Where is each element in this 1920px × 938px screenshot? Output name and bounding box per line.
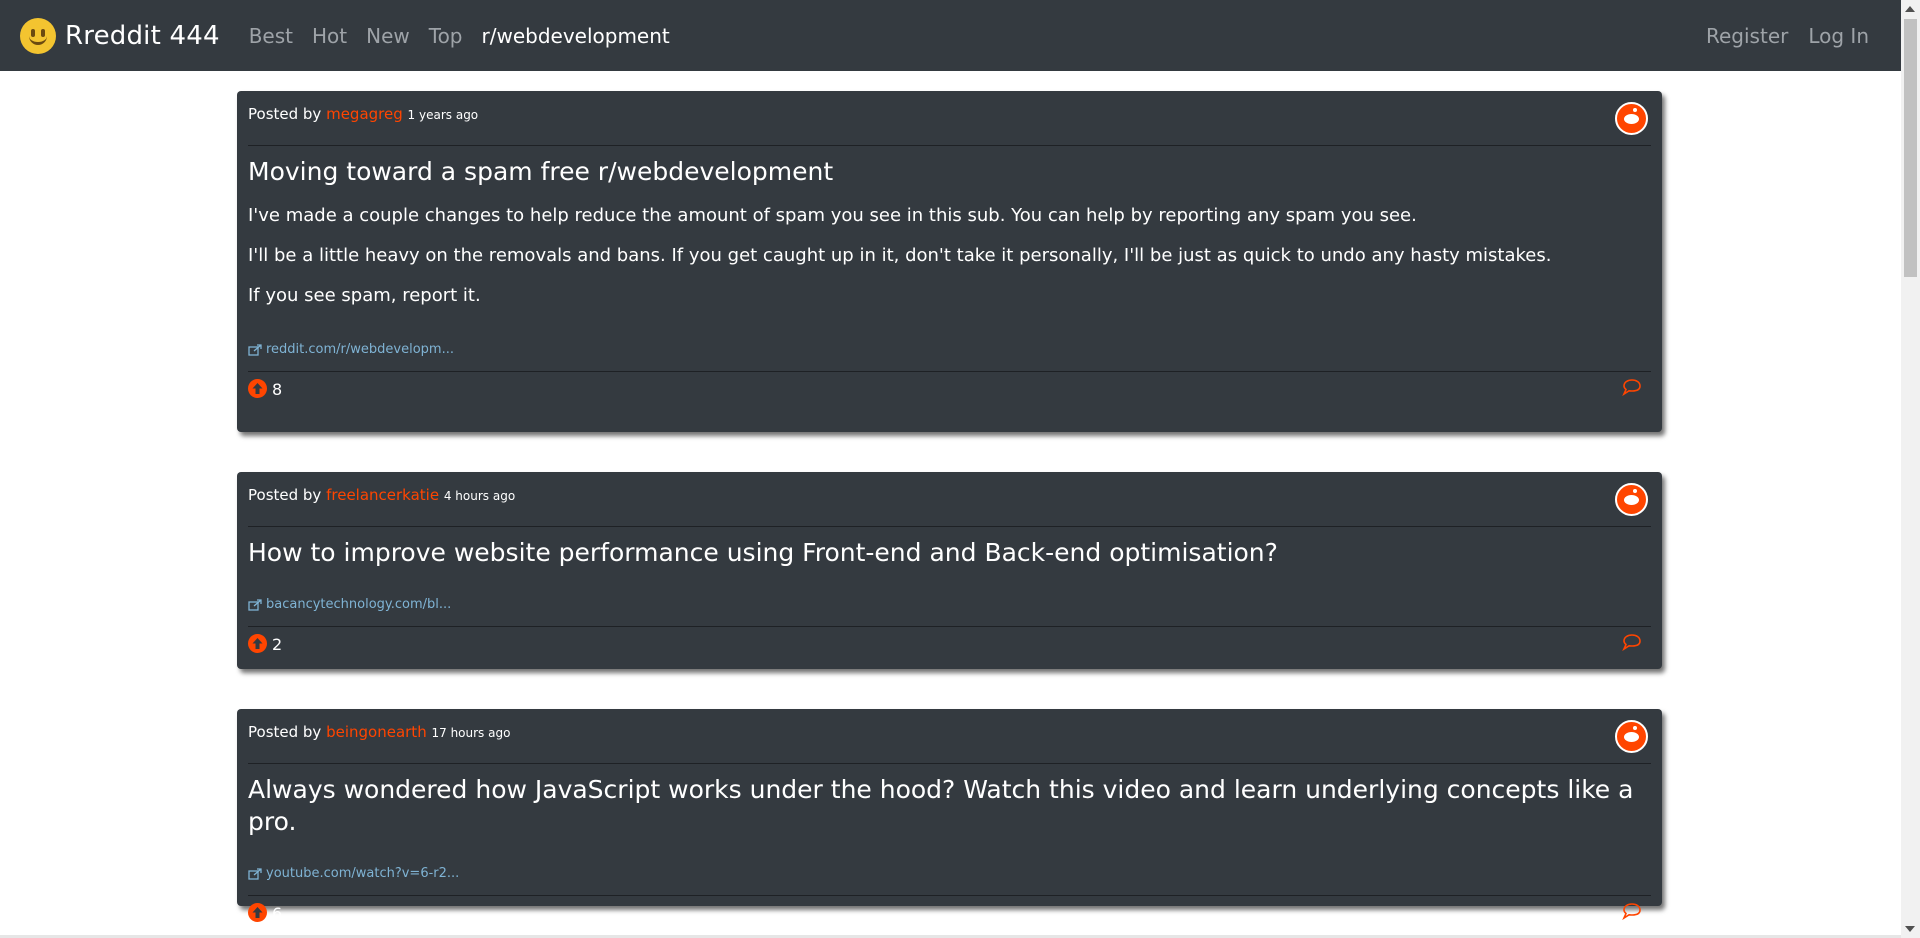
scrollbar-thumb[interactable]: [1904, 19, 1917, 277]
post-card: Posted by beingonearth 17 hours ago Alwa…: [237, 709, 1662, 923]
post-score: 8: [272, 380, 283, 399]
upvote-icon[interactable]: [248, 634, 267, 653]
reddit-alien-icon: [1615, 720, 1648, 753]
post-meta: Posted by megagreg 1 years ago: [248, 105, 478, 123]
comment-icon[interactable]: [1622, 902, 1642, 920]
post-link[interactable]: bacancytechnology.com/bl...: [237, 597, 1662, 612]
post-footer: 2: [237, 627, 1662, 666]
nav-link-new[interactable]: New: [366, 24, 410, 48]
posted-by-label: Posted by: [248, 486, 322, 504]
nav-links: Best Hot New Top r/webdevelopment: [249, 24, 689, 48]
smiley-icon: [20, 17, 56, 54]
post-time: 4 hours ago: [443, 489, 516, 503]
nav-link-best[interactable]: Best: [249, 24, 293, 48]
nav-link-top[interactable]: Top: [429, 24, 463, 48]
post-body: I've made a couple changes to help reduc…: [237, 204, 1662, 308]
comment-icon[interactable]: [1622, 633, 1642, 651]
post-score: 2: [272, 635, 283, 654]
post-author[interactable]: megagreg: [326, 105, 403, 123]
post-time: 17 hours ago: [431, 726, 511, 740]
post-title[interactable]: Moving toward a spam free r/webdevelopme…: [237, 146, 1662, 188]
post-card: Posted by megagreg 1 years ago Moving to…: [237, 91, 1662, 432]
post-meta: Posted by beingonearth 17 hours ago: [248, 723, 510, 741]
post-header: Posted by beingonearth 17 hours ago: [237, 709, 1662, 763]
post-author[interactable]: beingonearth: [326, 723, 427, 741]
post-header: Posted by megagreg 1 years ago: [237, 91, 1662, 145]
post-link[interactable]: reddit.com/r/webdevelopm...: [237, 342, 1662, 357]
scroll-down-icon[interactable]: [1905, 926, 1915, 932]
nav-link-hot[interactable]: Hot: [312, 24, 347, 48]
upvote-icon[interactable]: [248, 379, 267, 398]
post-footer: 6: [237, 896, 1662, 935]
post-author[interactable]: freelancerkatie: [326, 486, 439, 504]
comment-icon[interactable]: [1622, 378, 1642, 396]
posted-by-label: Posted by: [248, 105, 322, 123]
post-meta: Posted by freelancerkatie 4 hours ago: [248, 486, 515, 504]
posted-by-label: Posted by: [248, 723, 322, 741]
post-title[interactable]: How to improve website performance using…: [237, 527, 1662, 569]
external-link-icon: [248, 343, 262, 356]
post-link[interactable]: youtube.com/watch?v=6-r2...: [237, 866, 1662, 881]
upvote-icon[interactable]: [248, 903, 267, 922]
register-link[interactable]: Register: [1706, 24, 1788, 48]
login-link[interactable]: Log In: [1808, 24, 1869, 48]
nav-link-subreddit[interactable]: r/webdevelopment: [482, 24, 670, 48]
brand[interactable]: Rreddit 444: [20, 17, 220, 54]
post-paragraph: If you see spam, report it.: [248, 285, 481, 306]
reddit-alien-icon: [1615, 102, 1648, 135]
post-footer: 8: [237, 372, 1662, 411]
external-link-icon: [248, 598, 262, 611]
post-card: Posted by freelancerkatie 4 hours ago Ho…: [237, 472, 1662, 669]
post-time: 1 years ago: [407, 108, 479, 122]
top-navbar: Rreddit 444 Best Hot New Top r/webdevelo…: [0, 0, 1920, 71]
reddit-alien-icon: [1615, 483, 1648, 516]
scroll-up-icon[interactable]: [1905, 6, 1915, 12]
post-header: Posted by freelancerkatie 4 hours ago: [237, 472, 1662, 526]
post-link-text[interactable]: reddit.com/r/webdevelopm...: [266, 342, 454, 357]
post-link-text[interactable]: youtube.com/watch?v=6-r2...: [266, 866, 459, 881]
post-score: 6: [272, 904, 283, 923]
post-paragraph: I'll be a little heavy on the removals a…: [248, 245, 1552, 266]
external-link-icon: [248, 867, 262, 880]
post-title[interactable]: Always wondered how JavaScript works und…: [237, 764, 1662, 838]
vertical-scrollbar[interactable]: [1901, 0, 1920, 938]
post-link-text[interactable]: bacancytechnology.com/bl...: [266, 597, 451, 612]
auth-links: Register Log In: [1686, 0, 1869, 71]
brand-name[interactable]: Rreddit 444: [65, 21, 220, 51]
post-paragraph: I've made a couple changes to help reduc…: [248, 205, 1417, 226]
